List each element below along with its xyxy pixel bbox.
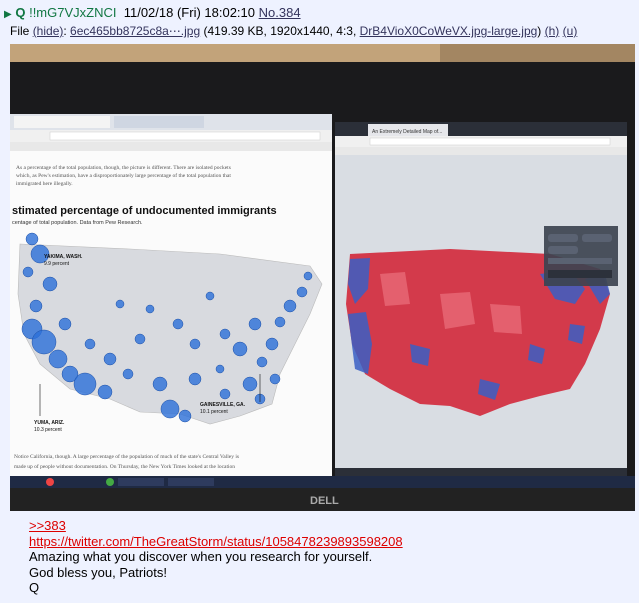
- map-heading: stimated percentage of undocumented immi…: [12, 205, 277, 217]
- label-yuma: YUMA, ARIZ.: [34, 420, 65, 426]
- post-message: >>383 https://twitter.com/TheGreatStorm/…: [29, 518, 403, 596]
- label-gainesville-pct: 10.1 percent: [200, 409, 228, 415]
- post-datetime: 11/02/18 (Fri) 18:02:10: [123, 5, 256, 20]
- file-meta: (419.39 KB, 1920x1440, 4:3,: [203, 24, 357, 38]
- triangle-icon[interactable]: ▶: [4, 9, 12, 20]
- svg-text:which, as Pew's estimation, ha: which, as Pew's estimation, have a dispr…: [16, 172, 231, 179]
- svg-text:made up of people without docu: made up of people without documentation.…: [14, 463, 235, 470]
- message-signature: Q: [29, 580, 40, 595]
- file-link[interactable]: 6ec465bb8725c8a⋯.jpg: [70, 24, 200, 38]
- label-yakima-pct: 9.9 percent: [44, 261, 70, 267]
- message-line: God bless you, Patriots!: [29, 564, 168, 580]
- original-filename-link[interactable]: DrB4VioX0CoWeVX.jpg-large.jpg: [360, 24, 538, 38]
- right-tab-title: An Extremely Detailed Map of...: [372, 129, 442, 135]
- right-browser: An Extremely Detailed Map of...: [335, 122, 627, 478]
- hide-file-link[interactable]: (hide): [33, 24, 64, 38]
- file-prefix: File: [10, 24, 30, 38]
- label-gainesville: GAINESVILLE, GA.: [200, 402, 246, 408]
- file-info: File (hide): 6ec465bb8725c8a⋯.jpg (419.3…: [10, 24, 578, 38]
- u-link[interactable]: (u): [563, 24, 578, 38]
- monitor-photo: As a percentage of the total population,…: [10, 44, 635, 511]
- message-line: Amazing what you discover when you resea…: [29, 549, 373, 564]
- tripcode: !!mG7VJxZNCI: [29, 5, 117, 20]
- label-yakima: YAKIMA, WASH.: [44, 254, 83, 260]
- svg-text:immigrated here illegally.: immigrated here illegally.: [16, 181, 73, 187]
- monitor-brand-logo: DELL: [310, 495, 339, 507]
- post-number-link[interactable]: No.384: [259, 5, 301, 20]
- twitter-link[interactable]: https://twitter.com/TheGreatStorm/status…: [29, 534, 403, 549]
- label-yuma-pct: 10.3 percent: [34, 427, 62, 433]
- post-image[interactable]: As a percentage of the total population,…: [10, 44, 635, 511]
- post-header: ▶ Q !!mG7VJxZNCI 11/02/18 (Fri) 18:02:10…: [4, 5, 301, 20]
- svg-text:Notice California, though. A l: Notice California, though. A large perce…: [14, 453, 239, 460]
- svg-text:As a percentage of the total p: As a percentage of the total population,…: [16, 164, 231, 171]
- map-subheading: centage of total population. Data from P…: [12, 220, 143, 226]
- h-link[interactable]: (h): [545, 24, 560, 38]
- quote-link[interactable]: >>383: [29, 518, 66, 533]
- poster-name: Q: [15, 5, 26, 20]
- left-browser: As a percentage of the total population,…: [10, 114, 332, 476]
